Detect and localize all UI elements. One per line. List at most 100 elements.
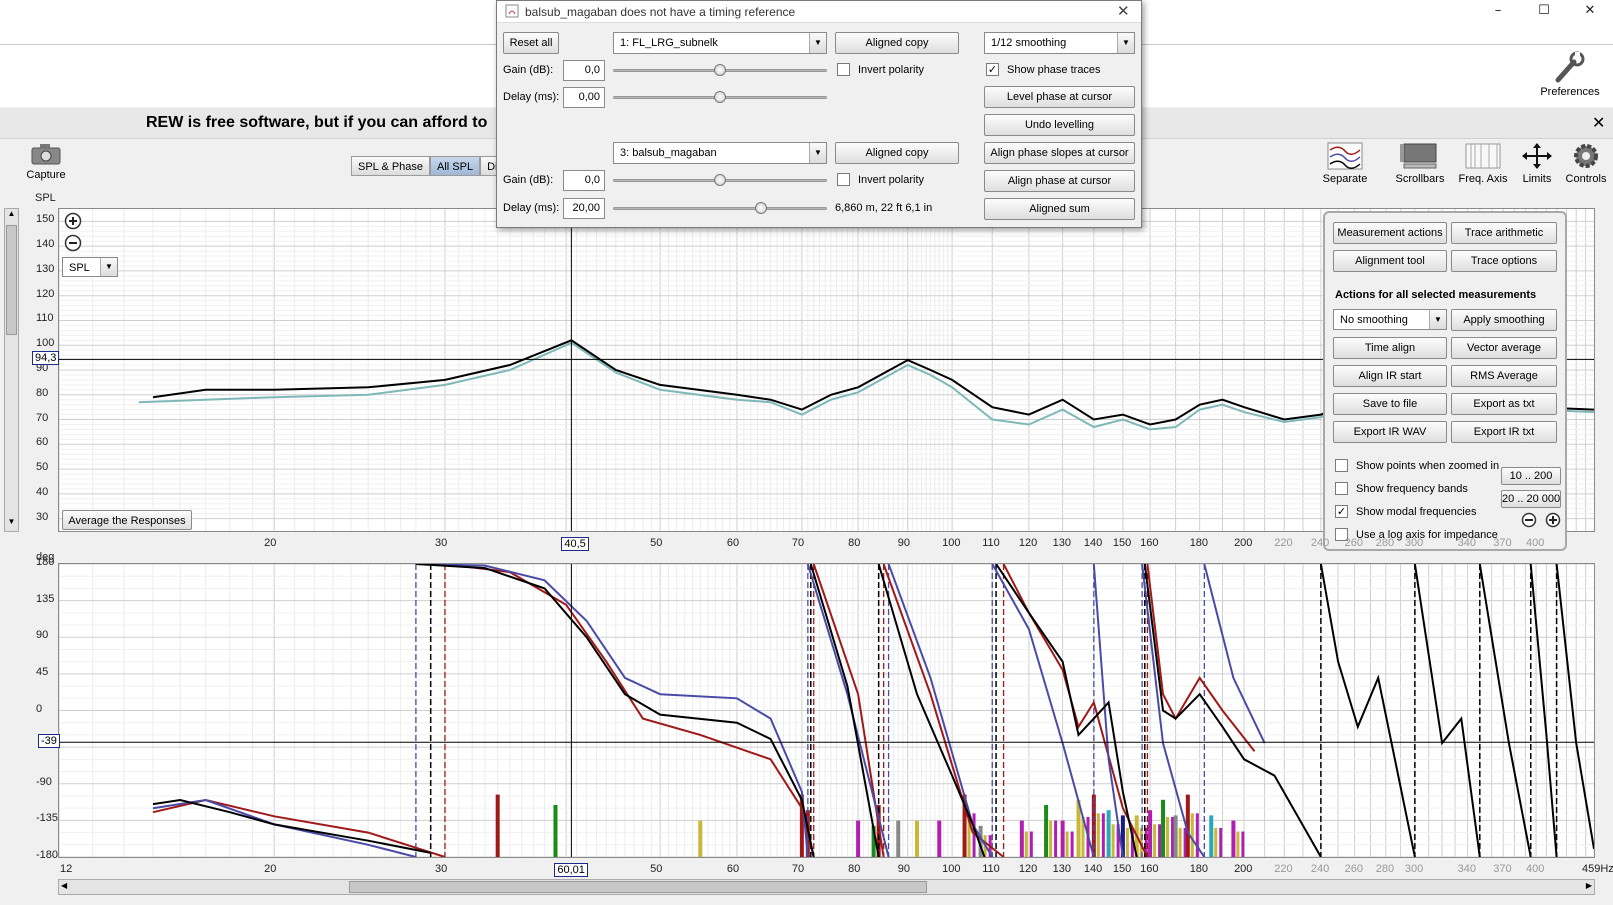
phase-plot-area[interactable]	[58, 563, 1595, 858]
trace-options-button[interactable]: Trace options	[1451, 250, 1557, 272]
phase-y-tick: 180	[36, 556, 55, 568]
controls-button[interactable]: Controls	[1563, 142, 1609, 185]
phase-x-tick: 370	[1493, 863, 1512, 875]
level-phase-button[interactable]: Level phase at cursor	[984, 86, 1135, 108]
align-phase-at-cursor-button[interactable]: Align phase at cursor	[984, 170, 1135, 192]
spl-axis-label: SPL	[35, 192, 56, 204]
show-modal-label: Show modal frequencies	[1356, 505, 1477, 518]
modal-frequency-bar	[1065, 831, 1069, 857]
show-bands-checkbox[interactable]	[1335, 482, 1348, 495]
save-to-file-button[interactable]: Save to file	[1333, 393, 1447, 415]
rms-average-button[interactable]: RMS Average	[1451, 365, 1557, 387]
gain-1-field[interactable]: 0,0	[563, 60, 605, 81]
horizontal-scrollbar[interactable]: ◀ ▶	[58, 879, 1595, 895]
zoom-in-icon[interactable]	[64, 212, 82, 230]
minimize-button[interactable]: –	[1475, 0, 1521, 20]
preferences-button[interactable]: Preferences	[1528, 48, 1612, 104]
spl-trace-selector[interactable]: SPL ▼	[62, 257, 118, 277]
invert-polarity-2-option[interactable]: Invert polarity	[837, 173, 924, 186]
gain-1-slider-thumb[interactable]	[714, 64, 726, 76]
aligned-copy-2-button[interactable]: Aligned copy	[835, 142, 959, 164]
aligned-sum-button[interactable]: Aligned sum	[984, 198, 1135, 220]
invert-polarity-1-option[interactable]: Invert polarity	[837, 63, 924, 76]
undo-levelling-button[interactable]: Undo levelling	[984, 114, 1135, 136]
spl-vertical-scrollbar[interactable]: ▲ ▼	[4, 208, 19, 532]
phase-x-tick: 400	[1526, 863, 1545, 875]
vector-average-button[interactable]: Vector average	[1451, 337, 1557, 359]
range-10-200-button[interactable]: 10 .. 200	[1501, 467, 1561, 485]
smoothing-select[interactable]: 1/12 smoothing ▼	[984, 32, 1135, 54]
section-title: Actions for all selected measurements	[1335, 289, 1537, 301]
panel-zoom-in-icon[interactable]	[1545, 512, 1561, 528]
show-points-option[interactable]: Show points when zoomed in	[1335, 459, 1499, 472]
scroll-thumb[interactable]	[6, 225, 17, 335]
tab-all-spl[interactable]: All SPL	[430, 156, 481, 176]
phase-x-tick: 150	[1112, 863, 1132, 875]
show-bands-option[interactable]: Show frequency bands	[1335, 482, 1468, 495]
freq-axis-button[interactable]: Freq. Axis	[1456, 142, 1510, 185]
delay-1-field[interactable]: 0,00	[563, 87, 605, 108]
invert-polarity-2-checkbox[interactable]	[837, 173, 850, 186]
measurement-1-select[interactable]: 1: FL_LRG_subnelk ▼	[613, 32, 827, 54]
time-align-button[interactable]: Time align	[1333, 337, 1447, 359]
zoom-out-icon[interactable]	[64, 234, 82, 252]
maximize-button[interactable]: ☐	[1521, 0, 1567, 20]
show-modal-checkbox[interactable]: ✓	[1335, 505, 1348, 518]
reset-all-button[interactable]: Reset all	[503, 32, 559, 54]
scroll-down-icon[interactable]: ▼	[5, 517, 18, 531]
average-responses-button[interactable]: Average the Responses	[62, 510, 192, 530]
separate-button[interactable]: Separate	[1320, 142, 1370, 185]
phase-x-tick: 20	[264, 863, 277, 875]
delay-2-slider[interactable]	[613, 207, 827, 210]
export-ir-wav-button[interactable]: Export IR WAV	[1333, 421, 1447, 443]
banner-close-icon[interactable]: ✕	[1592, 113, 1605, 132]
measurement-2-select[interactable]: 3: balsub_magaban ▼	[613, 142, 827, 164]
phase-x-tick: 459Hz	[1582, 863, 1613, 875]
delay-1-slider-thumb[interactable]	[714, 91, 726, 103]
align-ir-start-button[interactable]: Align IR start	[1333, 365, 1447, 387]
invert-polarity-1-checkbox[interactable]	[837, 63, 850, 76]
aligned-copy-1-button[interactable]: Aligned copy	[835, 32, 959, 54]
show-phase-traces-label: Show phase traces	[1007, 63, 1101, 76]
alignment-tool-button[interactable]: Alignment tool	[1333, 250, 1447, 272]
phase-x-tick: 200	[1234, 863, 1253, 875]
scroll-right-icon[interactable]: ▶	[1586, 881, 1592, 890]
show-modal-option[interactable]: ✓ Show modal frequencies	[1335, 505, 1476, 518]
show-phase-traces-option[interactable]: ✓ Show phase traces	[986, 63, 1101, 76]
freq-axis-label: Freq. Axis	[1458, 173, 1508, 185]
delay-2-slider-thumb[interactable]	[755, 202, 767, 214]
spl-x-tick: 160	[1140, 537, 1159, 549]
tab-spl-phase[interactable]: SPL & Phase	[351, 156, 431, 176]
panel-zoom-out-icon[interactable]	[1521, 512, 1537, 528]
panel-smoothing-select[interactable]: No smoothing ▼	[1333, 309, 1447, 330]
gain-2-field[interactable]: 0,0	[563, 170, 605, 191]
scrollbars-button[interactable]: Scrollbars	[1392, 142, 1448, 185]
align-phase-slopes-button[interactable]: Align phase slopes at cursor	[984, 142, 1135, 164]
spl-x-tick: 370	[1493, 537, 1512, 549]
close-window-button[interactable]: ✕	[1567, 0, 1613, 20]
phase-y-tick: 45	[36, 665, 49, 678]
apply-smoothing-button[interactable]: Apply smoothing	[1451, 309, 1557, 331]
phase-x-tick: 60	[726, 863, 740, 875]
delay-2-field[interactable]: 20,00	[563, 198, 605, 219]
export-txt-button[interactable]: Export as txt	[1451, 393, 1557, 415]
show-points-checkbox[interactable]	[1335, 459, 1348, 472]
limits-button[interactable]: Limits	[1516, 142, 1558, 185]
capture-button[interactable]: Capture	[22, 142, 70, 181]
modal-frequency-bar	[1106, 810, 1111, 857]
export-ir-txt-button[interactable]: Export IR txt	[1451, 421, 1557, 443]
range-20-20000-button[interactable]: 20 .. 20 000	[1501, 490, 1561, 508]
chevron-down-icon: ▼	[1429, 310, 1446, 329]
modal-frequency-bar	[1214, 827, 1218, 857]
scroll-left-icon[interactable]: ◀	[61, 881, 67, 890]
horizontal-scroll-thumb[interactable]	[349, 881, 927, 893]
measurement-actions-button[interactable]: Measurement actions	[1333, 222, 1447, 244]
gain-2-slider-thumb[interactable]	[714, 174, 726, 186]
dialog-close-icon[interactable]: ✕	[1117, 2, 1130, 20]
phase-y-tick: -180	[36, 849, 59, 861]
scrollbars-label: Scrollbars	[1395, 173, 1445, 185]
trace-arithmetic-button[interactable]: Trace arithmetic	[1451, 222, 1557, 244]
modal-frequency-bar	[1044, 805, 1049, 857]
scroll-up-icon[interactable]: ▲	[5, 209, 18, 223]
show-phase-traces-checkbox[interactable]: ✓	[986, 63, 999, 76]
